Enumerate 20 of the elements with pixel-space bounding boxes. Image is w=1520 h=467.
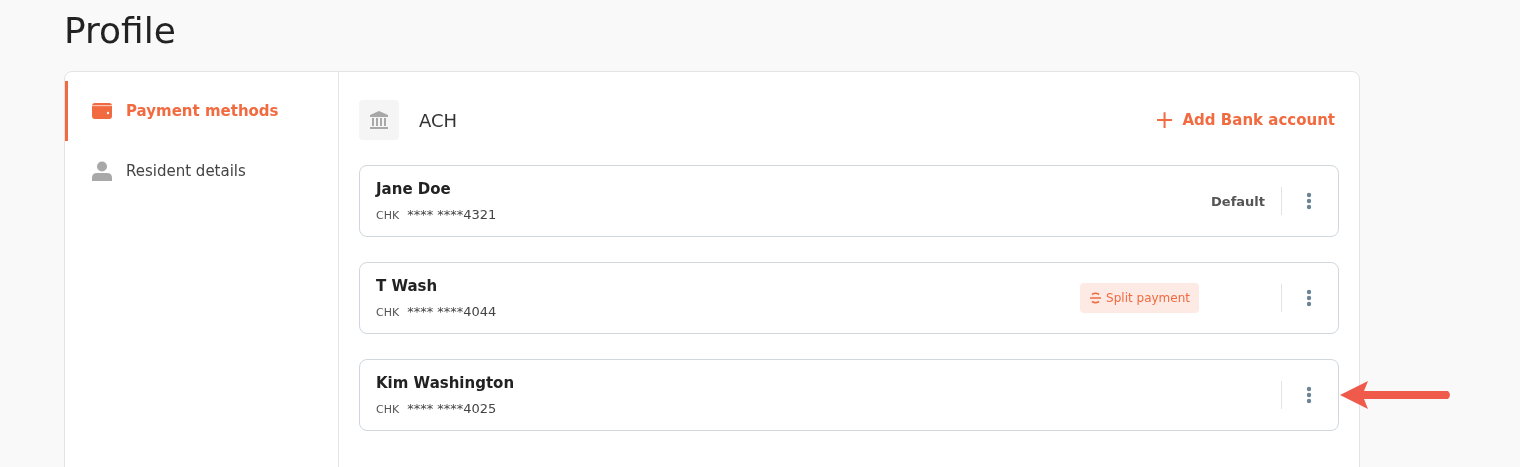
account-name: T Wash bbox=[376, 277, 439, 295]
account-type: CHK bbox=[376, 209, 400, 222]
default-label: Default bbox=[1211, 193, 1265, 209]
account-type: CHK bbox=[376, 403, 400, 416]
split-icon bbox=[1089, 292, 1103, 304]
account-name: Jane Doe bbox=[376, 180, 452, 198]
person-icon bbox=[92, 161, 112, 181]
page-title: Profile bbox=[64, 9, 177, 53]
sidebar-item[interactable]: Payment methods bbox=[65, 81, 338, 141]
wallet-icon bbox=[92, 103, 112, 119]
bank-icon bbox=[359, 100, 399, 140]
account-number: **** ****4321 bbox=[407, 207, 497, 222]
section-title: ACH bbox=[419, 109, 458, 131]
split-payment-badge: Split payment bbox=[1080, 283, 1199, 313]
sidebar-item[interactable]: Resident details bbox=[65, 141, 338, 201]
add-bank-account-button[interactable]: + Add Bank account bbox=[1150, 108, 1339, 132]
account-name: Kim Washington bbox=[376, 374, 516, 392]
account-number: **** ****4044 bbox=[407, 304, 497, 319]
account-number: **** ****4025 bbox=[407, 401, 497, 416]
account-type: CHK bbox=[376, 306, 400, 319]
